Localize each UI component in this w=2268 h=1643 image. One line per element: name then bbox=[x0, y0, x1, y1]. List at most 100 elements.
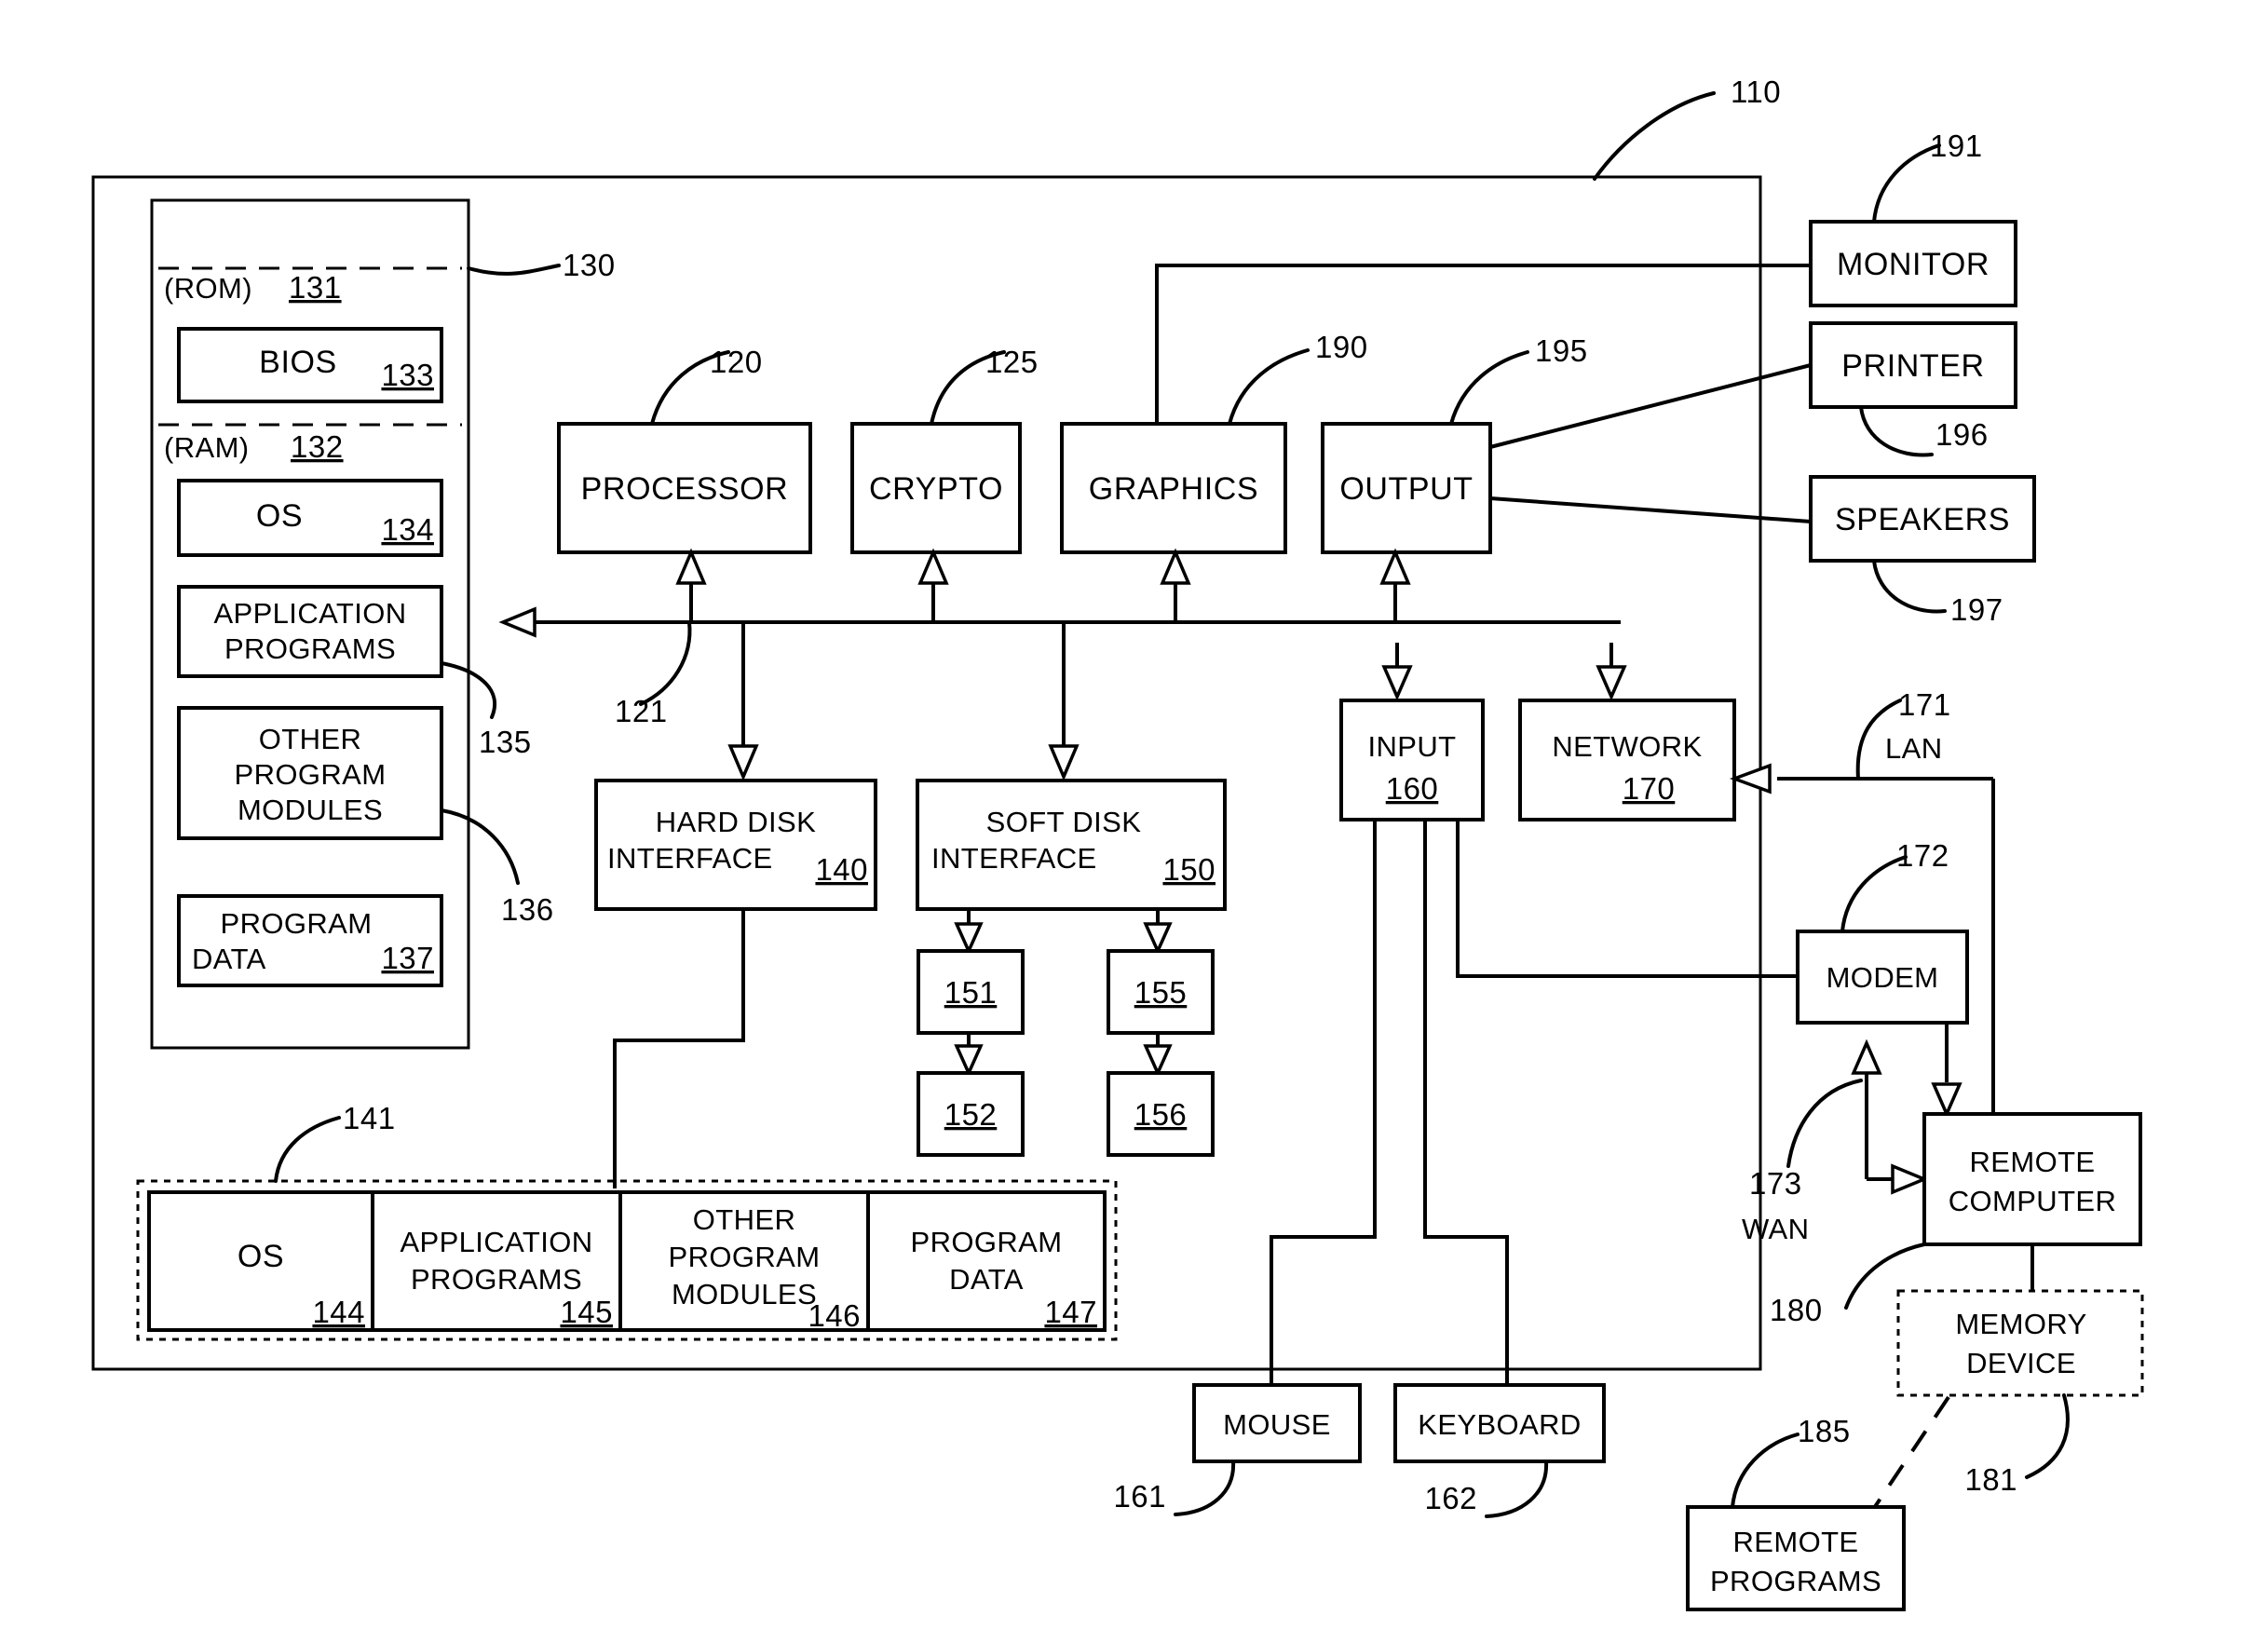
keyboard-label: KEYBOARD bbox=[1418, 1408, 1581, 1441]
ref-171: 171 bbox=[1898, 687, 1951, 722]
leader-136 bbox=[440, 808, 520, 885]
application-programs-ram-label-1: APPLICATION bbox=[213, 597, 406, 630]
input-label: INPUT bbox=[1368, 730, 1457, 763]
speakers-label: SPEAKERS bbox=[1835, 502, 2010, 537]
drive-156-arrow bbox=[1143, 1044, 1173, 1078]
input-mouse-link bbox=[1270, 820, 1377, 1385]
modem-label: MODEM bbox=[1827, 961, 1939, 994]
leader-110 bbox=[1593, 91, 1716, 181]
hard-disk-interface-label-1: HARD DISK bbox=[656, 806, 816, 838]
crypto-label: CRYPTO bbox=[869, 471, 1003, 507]
drive-151-ref: 151 bbox=[944, 975, 998, 1010]
input-ref: 160 bbox=[1386, 771, 1439, 806]
bios-label: BIOS bbox=[259, 345, 337, 380]
drive-156-ref: 156 bbox=[1134, 1097, 1188, 1132]
leader-121 bbox=[639, 620, 692, 706]
storage-pd-label-1: PROGRAM bbox=[911, 1226, 1063, 1258]
storage-pd-label-2: DATA bbox=[949, 1263, 1024, 1296]
program-data-ram-ref: 137 bbox=[381, 941, 434, 975]
processor-label: PROCESSOR bbox=[581, 471, 789, 507]
ref-197: 197 bbox=[1950, 592, 2003, 627]
network-ref: 170 bbox=[1623, 771, 1676, 806]
leader-185 bbox=[1731, 1433, 1799, 1509]
leader-141 bbox=[274, 1116, 341, 1183]
remote-programs-label-1: REMOTE bbox=[1732, 1526, 1858, 1558]
program-data-ram-label-2: DATA bbox=[192, 943, 266, 975]
drive-152-ref: 152 bbox=[944, 1097, 998, 1132]
ref-161: 161 bbox=[1113, 1479, 1166, 1514]
graphics-label: GRAPHICS bbox=[1089, 471, 1258, 507]
output-printer-link bbox=[1489, 363, 1812, 449]
leader-197 bbox=[1872, 559, 1947, 614]
leader-195 bbox=[1449, 350, 1529, 426]
remote-computer-label-2: COMPUTER bbox=[1949, 1185, 2117, 1217]
storage-pd-ref: 147 bbox=[1044, 1295, 1097, 1329]
memory-device-label-1: MEMORY bbox=[1955, 1308, 2086, 1340]
leader-181 bbox=[2025, 1393, 2070, 1479]
input-bus-arrow bbox=[1381, 665, 1413, 701]
output-label: OUTPUT bbox=[1339, 471, 1473, 507]
output-bus-arrow bbox=[1379, 548, 1411, 585]
remote-programs-label-2: PROGRAMS bbox=[1710, 1565, 1881, 1597]
ram-ref: 132 bbox=[291, 429, 344, 464]
remote-computer-box bbox=[1922, 1112, 2142, 1246]
hdi-bus-arrow bbox=[727, 744, 759, 781]
input-modem-link bbox=[1456, 820, 1798, 978]
leader-161 bbox=[1174, 1460, 1236, 1516]
storage-opm-label-2: PROGRAM bbox=[669, 1241, 821, 1273]
patent-figure: 110 130 (ROM) 131 BIOS 133 (RAM) 132 OS … bbox=[0, 0, 2268, 1643]
leader-130 bbox=[467, 264, 561, 276]
ref-191: 191 bbox=[1930, 129, 1983, 163]
leader-190 bbox=[1228, 348, 1310, 426]
ref-185: 185 bbox=[1798, 1414, 1851, 1448]
bios-ref: 133 bbox=[381, 358, 434, 392]
program-data-ram-label-1: PROGRAM bbox=[221, 907, 373, 940]
leader-162 bbox=[1485, 1460, 1549, 1518]
ref-195: 195 bbox=[1535, 333, 1588, 368]
printer-label: PRINTER bbox=[1841, 348, 1984, 384]
ram-label: (RAM) bbox=[164, 431, 250, 464]
network-bus-arrow bbox=[1596, 665, 1627, 701]
storage-opm-label-1: OTHER bbox=[693, 1203, 796, 1236]
ref-162: 162 bbox=[1424, 1481, 1477, 1515]
ref-181: 181 bbox=[1964, 1462, 2017, 1497]
graphics-monitor-link bbox=[1155, 264, 1811, 424]
lan-arrow bbox=[1729, 763, 1772, 794]
rom-label: (ROM) bbox=[164, 272, 252, 305]
sdi-bus-arrow bbox=[1048, 744, 1080, 781]
hard-disk-interface-label-2: INTERFACE bbox=[607, 842, 773, 875]
leader-173 bbox=[1786, 1079, 1863, 1168]
crypto-bus-arrow bbox=[917, 548, 949, 585]
drive-155-ref: 155 bbox=[1134, 975, 1188, 1010]
modem-remote-arrow bbox=[1931, 1082, 1962, 1119]
ref-120: 120 bbox=[710, 345, 763, 379]
other-program-modules-ram-label-2: PROGRAM bbox=[235, 758, 387, 791]
ref-180: 180 bbox=[1770, 1293, 1823, 1327]
figure-canvas: 110 130 (ROM) 131 BIOS 133 (RAM) 132 OS … bbox=[91, 75, 2144, 1611]
os-ram-ref: 134 bbox=[381, 512, 434, 547]
ref-173: 173 bbox=[1749, 1166, 1802, 1201]
storage-app-ref: 145 bbox=[560, 1295, 613, 1329]
storage-os-ref: 144 bbox=[312, 1295, 365, 1329]
ref-190: 190 bbox=[1315, 330, 1368, 364]
ref-141: 141 bbox=[343, 1101, 396, 1135]
os-ram-label: OS bbox=[256, 498, 303, 534]
memory-device-box bbox=[1896, 1289, 2144, 1397]
drive-152-arrow bbox=[954, 1044, 984, 1078]
network-label: NETWORK bbox=[1552, 730, 1702, 763]
other-program-modules-ram-label-1: OTHER bbox=[259, 723, 362, 755]
ref-172: 172 bbox=[1896, 838, 1949, 873]
lan-label: LAN bbox=[1885, 732, 1943, 765]
storage-opm-label-3: MODULES bbox=[672, 1278, 817, 1310]
remote-computer-label-1: REMOTE bbox=[1969, 1146, 2095, 1178]
mouse-label: MOUSE bbox=[1223, 1408, 1331, 1441]
wan-label: WAN bbox=[1742, 1213, 1809, 1245]
graphics-bus-arrow bbox=[1160, 548, 1191, 585]
storage-opm-ref: 146 bbox=[808, 1298, 861, 1333]
wan-up-arrow bbox=[1851, 1039, 1882, 1075]
monitor-label: MONITOR bbox=[1837, 247, 1990, 282]
ref-125: 125 bbox=[985, 345, 1039, 379]
input-keyboard-link bbox=[1423, 820, 1509, 1385]
processor-bus-arrow bbox=[675, 548, 707, 585]
hard-disk-interface-ref: 140 bbox=[815, 852, 868, 887]
